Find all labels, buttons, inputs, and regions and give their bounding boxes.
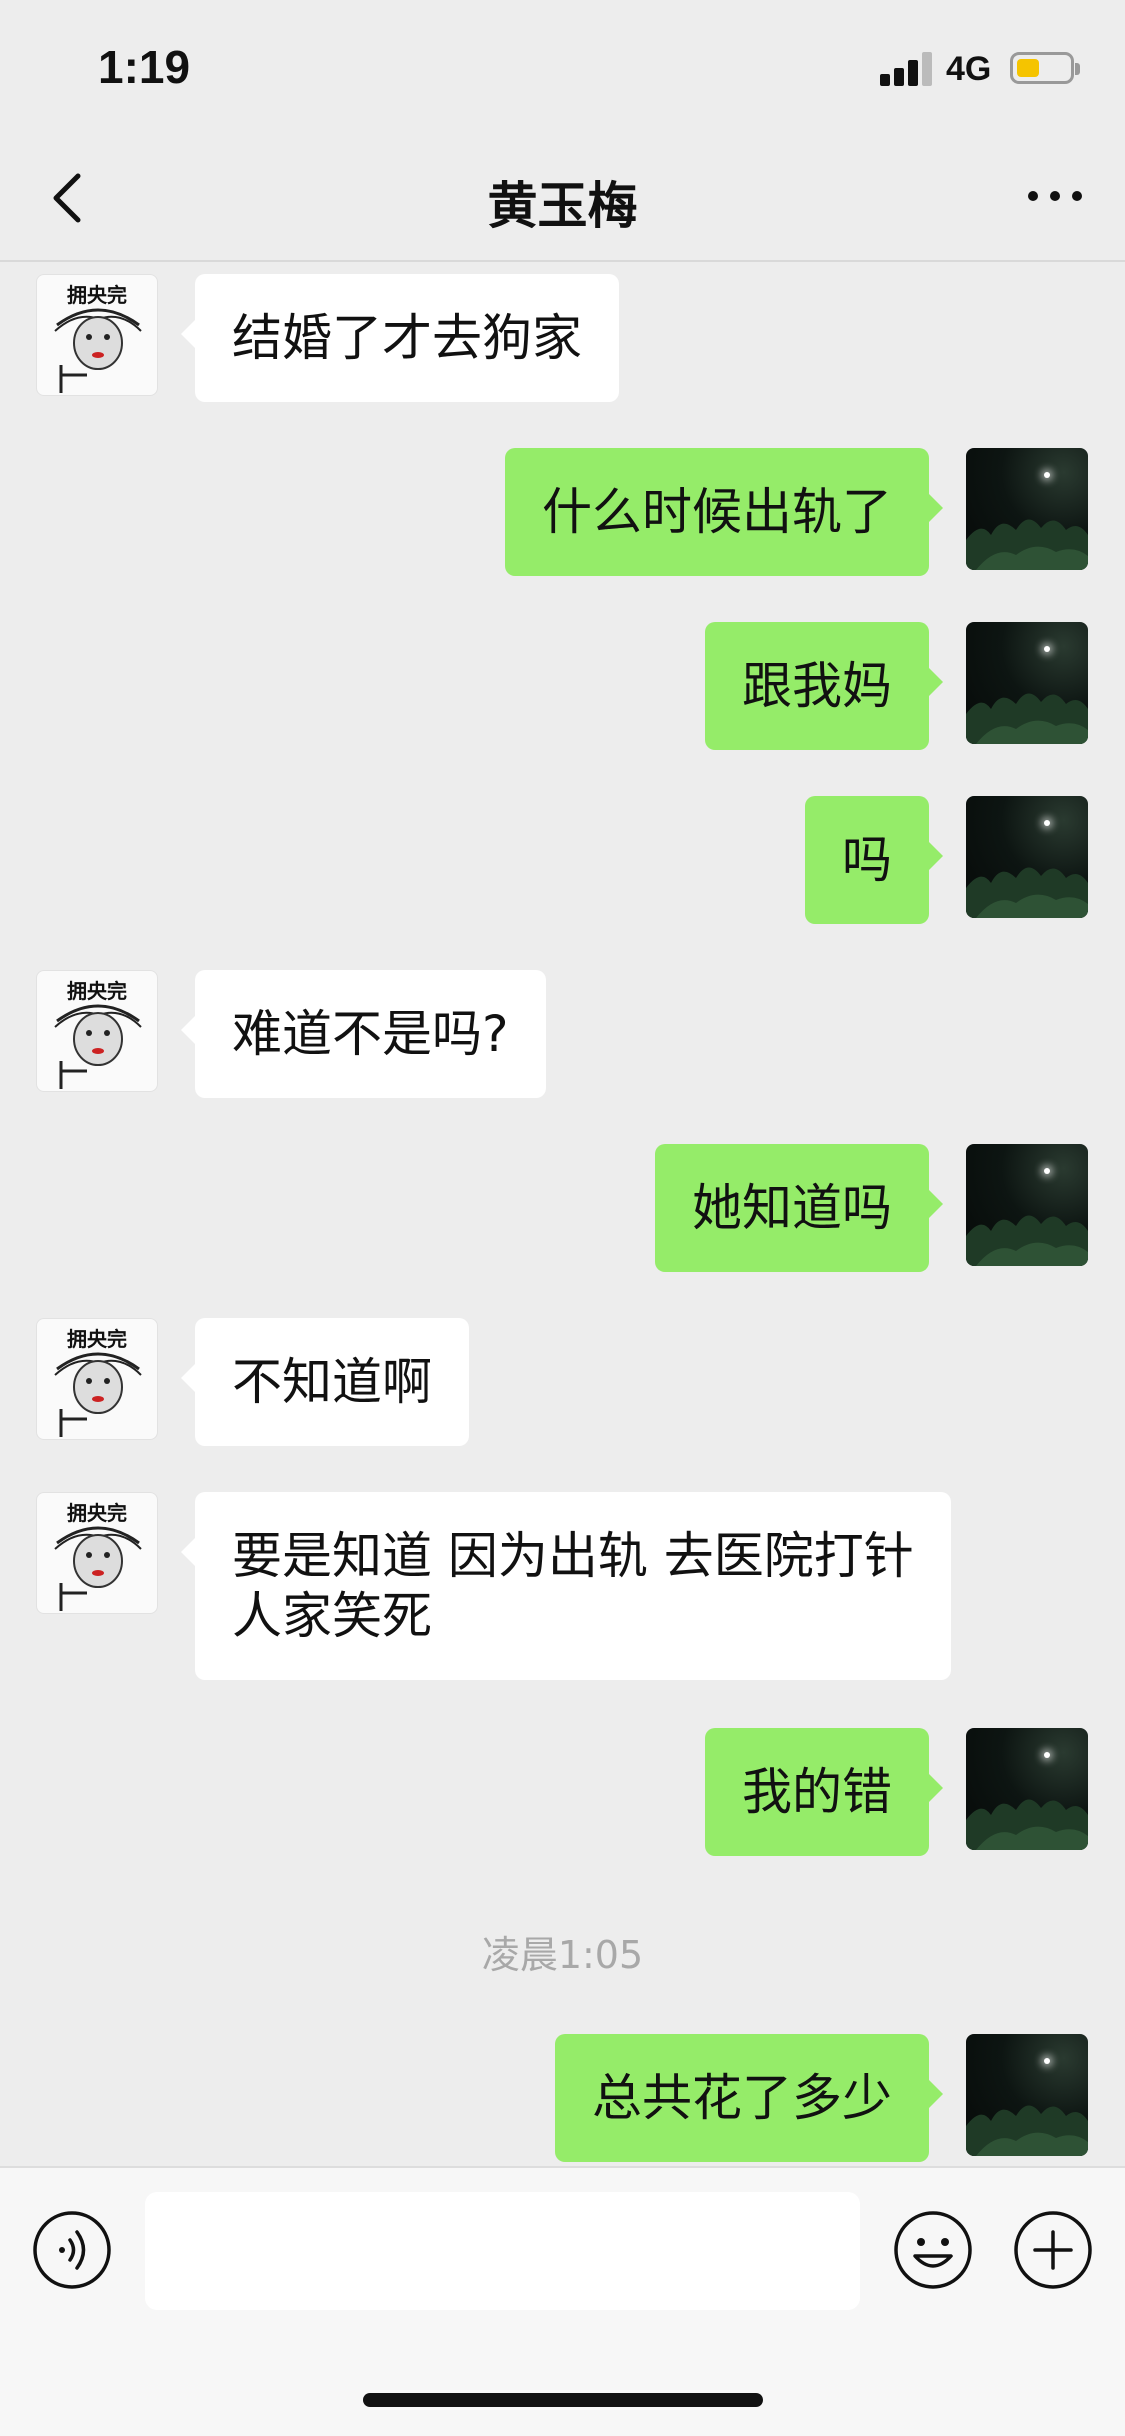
message-bubble-received[interactable]: 结婚了才去狗家 (181, 274, 619, 402)
message-bubble-sent[interactable]: 她知道吗 (655, 1144, 943, 1272)
message-bubble-sent[interactable]: 我的错 (705, 1728, 943, 1856)
contact-avatar[interactable]: 拥央完 (36, 1318, 158, 1440)
plus-icon (1014, 2211, 1092, 2289)
chat-header: 黄玉梅 (0, 132, 1125, 262)
message-bubble-sent[interactable]: 什么时候出轨了 (505, 448, 943, 576)
battery-icon (1010, 52, 1080, 84)
avatar-caption: 拥央完 (67, 1501, 127, 1525)
contact-avatar[interactable]: 拥央完 (36, 970, 158, 1092)
chat-title: 黄玉梅 (487, 177, 638, 235)
voice-button[interactable] (32, 2210, 112, 2290)
user-avatar[interactable] (966, 1144, 1088, 1266)
user-avatar[interactable] (966, 1728, 1088, 1850)
emoji-icon (894, 2211, 972, 2289)
user-avatar[interactable] (966, 622, 1088, 744)
more-button[interactable] (1025, 176, 1085, 216)
user-avatar[interactable] (966, 796, 1088, 918)
user-avatar[interactable] (966, 2034, 1088, 2156)
avatar-caption: 拥央完 (67, 979, 127, 1003)
message-bubble-sent[interactable]: 总共花了多少 (555, 2034, 943, 2162)
signal-icon (880, 52, 936, 86)
message-bubble-received[interactable]: 要是知道 因为出轨 去医院打针 人家笑死 (181, 1492, 951, 1680)
message-bubble-received[interactable]: 难道不是吗? (181, 970, 546, 1098)
more-actions-button[interactable] (1013, 2210, 1093, 2290)
chat-screen: 1:19 4G 黄玉梅 拥央完 结婚了才去狗家 什么时候出轨了 跟我妈 吗 拥央… (0, 0, 1125, 2436)
avatar-caption: 拥央完 (67, 1327, 127, 1351)
message-list[interactable]: 拥央完 结婚了才去狗家 什么时候出轨了 跟我妈 吗 拥央完 难道不是吗? 她知道… (0, 262, 1125, 2166)
status-bar: 1:19 4G (0, 0, 1125, 132)
user-avatar[interactable] (966, 448, 1088, 570)
emoji-button[interactable] (893, 2210, 973, 2290)
message-input[interactable] (145, 2192, 860, 2310)
network-type: 4G (946, 50, 992, 88)
home-indicator[interactable] (363, 2393, 763, 2407)
voice-icon (33, 2211, 111, 2289)
message-bubble-received[interactable]: 不知道啊 (181, 1318, 469, 1446)
contact-avatar[interactable]: 拥央完 (36, 274, 158, 396)
avatar-caption: 拥央完 (67, 283, 127, 307)
more-dots-icon (1028, 191, 1082, 201)
message-bubble-sent[interactable]: 吗 (805, 796, 943, 924)
status-time: 1:19 (98, 41, 191, 93)
message-timestamp: 凌晨1:05 (481, 1933, 644, 1977)
contact-avatar[interactable]: 拥央完 (36, 1492, 158, 1614)
message-bubble-sent[interactable]: 跟我妈 (705, 622, 943, 750)
